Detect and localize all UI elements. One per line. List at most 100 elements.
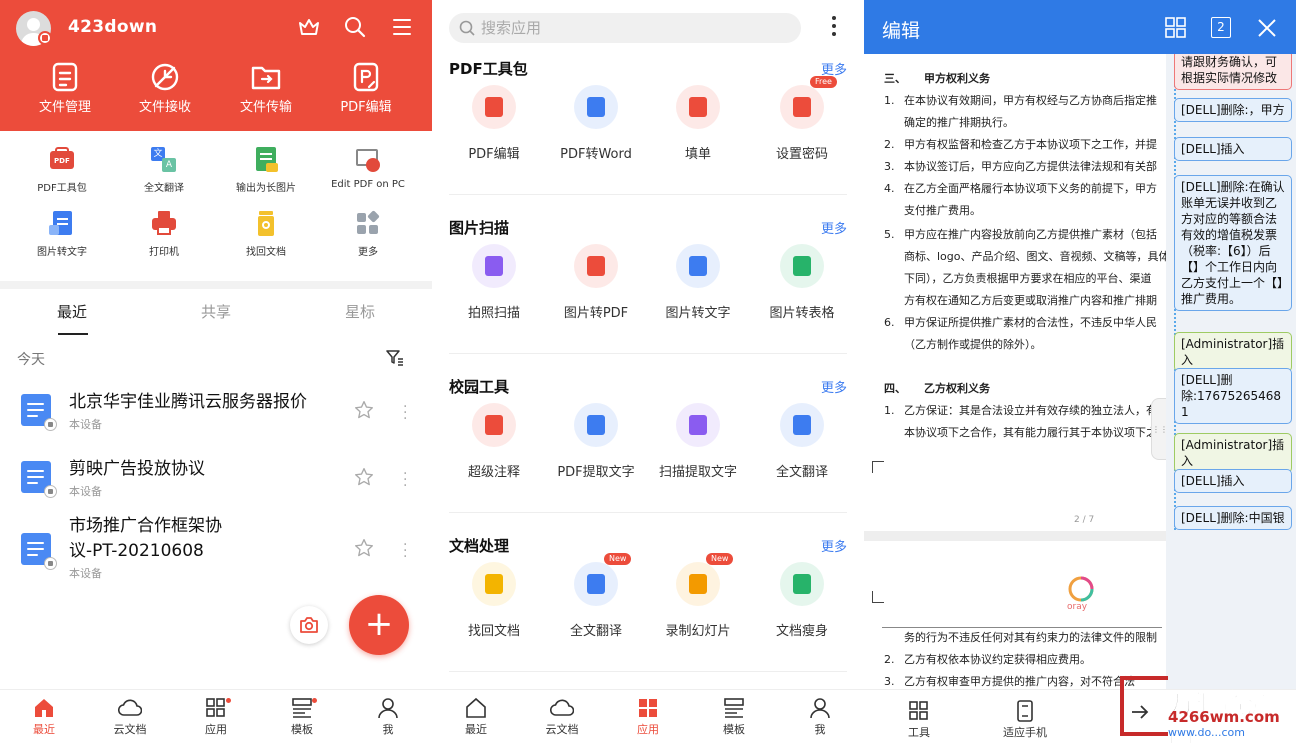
drag-handle[interactable]: ⋮⋮ [1151, 398, 1166, 460]
nav-me[interactable]: 我 [358, 697, 418, 737]
app-tile[interactable]: 拍照扫描 [442, 244, 546, 321]
app-tile[interactable]: 图片转文字 [646, 244, 750, 321]
page-count-icon[interactable]: 2 [1211, 17, 1231, 38]
tab-starred[interactable]: 星标 [320, 301, 400, 322]
app-icon [780, 403, 824, 447]
username[interactable]: 423down [68, 17, 157, 37]
crop-mark [872, 461, 884, 473]
star-icon[interactable] [354, 538, 374, 558]
app-tile[interactable]: 找回文档 [442, 562, 546, 639]
nav-label: 应用 [205, 723, 227, 736]
app-tile[interactable]: 图片转PDF [544, 244, 648, 321]
file-row[interactable]: 市场推广合作框架协议-PT-20210608 本设备 · · · [0, 513, 432, 583]
more-link[interactable]: 更多 [821, 377, 847, 396]
nav-me[interactable]: 我 [790, 697, 850, 737]
tab-recent[interactable]: 最近 [32, 301, 112, 322]
translate-button[interactable]: 文A 全文翻译 [110, 147, 218, 194]
app-tile[interactable]: New 全文翻译 [544, 553, 648, 639]
nav-apps[interactable]: 应用 [186, 697, 246, 737]
comment-card[interactable]: [DELL]插入 [1174, 137, 1292, 161]
edit-pdf-on-pc-button[interactable]: Edit PDF on PC [314, 147, 422, 190]
printer-button[interactable]: 打印机 [110, 211, 218, 258]
more-link[interactable]: 更多 [821, 536, 847, 555]
nav-templates[interactable]: 模板 [272, 697, 332, 737]
tools-button[interactable]: 工具 [889, 700, 949, 740]
long-image-button[interactable]: 输出为长图片 [212, 147, 320, 194]
nav-label: 应用 [637, 723, 659, 736]
document-page[interactable]: 三、 甲方权利义务 1. 在本协议有效期间，甲方有权经与乙方协商后指定推 确定的推广排期… [864, 54, 1166, 689]
doc-line-text: 商标、logo、产品介绍、图文、音视频、文稿等，具体 [904, 250, 1166, 263]
doc-line-number: 3. [884, 675, 895, 688]
comment-card[interactable]: 请跟财务确认，可根据实际情况修改 [1174, 54, 1292, 90]
grid-view-icon[interactable] [1165, 17, 1186, 38]
app-tile[interactable]: 文档瘦身 [750, 562, 854, 639]
editor-title: 编辑 [882, 20, 921, 42]
add-button[interactable]: + [349, 595, 409, 655]
crown-icon[interactable] [297, 15, 321, 39]
nav-label: 模板 [723, 723, 745, 736]
editor-header: 编辑 2 [864, 0, 1296, 54]
app-tile[interactable]: 超级注释 [442, 403, 546, 480]
file-row[interactable]: 北京华宇佳业腾讯云服务器报价 本设备 · · · [0, 380, 432, 446]
nav-templates[interactable]: 模板 [704, 697, 764, 737]
pdf-toolkit-button[interactable]: PDF PDF工具包 [8, 147, 116, 194]
file-receive-button[interactable]: 文件接收 [115, 62, 215, 115]
nav-recent[interactable]: 最近 [14, 697, 74, 737]
app-tile[interactable]: PDF转Word [544, 85, 648, 162]
tab-shared[interactable]: 共享 [176, 301, 256, 322]
badge: Free [810, 76, 837, 88]
section-title: 图片扫描 [449, 219, 510, 237]
more-link[interactable]: 更多 [821, 218, 847, 237]
recover-doc-button[interactable]: 找回文档 [212, 211, 320, 258]
more-icon[interactable]: · · · [403, 400, 407, 426]
star-icon[interactable] [354, 467, 374, 487]
filter-icon[interactable] [386, 349, 404, 367]
file-transfer-button[interactable]: 文件传输 [216, 62, 316, 115]
pdf-edit-button[interactable]: PDF编辑 [316, 62, 416, 115]
comment-card[interactable]: [DELL]删除:17675265468 1 [1174, 368, 1292, 424]
comment-card[interactable]: [DELL]删除:中国银 [1174, 506, 1292, 530]
search-input[interactable]: 搜索应用 [449, 13, 801, 43]
star-icon[interactable] [354, 400, 374, 420]
close-icon[interactable] [1257, 18, 1277, 38]
app-tile[interactable]: 全文翻译 [750, 403, 854, 480]
more-tools-button[interactable]: 更多 [314, 210, 422, 258]
overflow-menu-icon[interactable] [832, 16, 836, 40]
comment-card[interactable]: [DELL]删除:在确认账单无误并收到乙方对应的等额合法有效的增值税发票（税率:… [1174, 175, 1292, 311]
nav-apps[interactable]: 应用 [618, 697, 678, 737]
menu-icon[interactable] [390, 15, 414, 39]
file-manager-label: 文件管理 [38, 100, 91, 115]
app-tile[interactable]: PDF编辑 [442, 85, 546, 162]
nav-label: 最近 [465, 723, 487, 736]
doc-line-text: 甲方保证所提供推广素材的合法性，不违反中华人民 [904, 316, 1157, 329]
more-icon[interactable]: · · · [403, 538, 407, 564]
app-tile[interactable]: 图片转表格 [750, 244, 854, 321]
image-to-text-icon [49, 211, 75, 237]
nav-recent[interactable]: 最近 [446, 697, 506, 737]
image-to-text-button[interactable]: 图片转文字 [8, 211, 116, 258]
comment-card[interactable]: [Administrator]插入 [1174, 332, 1292, 372]
doc-line-number: 4. [884, 182, 895, 195]
file-manager-button[interactable]: 文件管理 [15, 62, 115, 115]
search-icon[interactable] [343, 15, 367, 39]
nav-cloud[interactable]: 云文档 [100, 697, 160, 737]
app-tile[interactable]: 填单 [646, 85, 750, 162]
comment-card[interactable]: [DELL]删除:，甲方 [1174, 98, 1292, 122]
file-row[interactable]: 剪映广告投放协议 本设备 · · · [0, 447, 432, 513]
app-tile[interactable]: PDF提取文字 [544, 403, 648, 480]
app-tile[interactable]: New 录制幻灯片 [646, 553, 750, 639]
camera-button[interactable] [290, 606, 328, 644]
comment-card[interactable]: [Administrator]插入 [1174, 433, 1292, 473]
fit-phone-button[interactable]: 适应手机 [995, 700, 1055, 740]
doc-line-number: 6. [884, 316, 895, 329]
bottom-nav: 最近 云文档 应用 模板 我 [0, 689, 432, 743]
watermark: 万汇资源网 4266wm.com www.do...com [1120, 666, 1296, 743]
notification-dot [312, 698, 317, 703]
file-receive-label: 文件接收 [138, 100, 191, 115]
comment-card[interactable]: [DELL]插入 [1174, 469, 1292, 493]
app-section: PDF工具包 更多 PDF编辑 PDF转Word 填单 Free 设置密码 [432, 58, 864, 216]
app-tile[interactable]: Free 设置密码 [750, 76, 854, 162]
more-icon[interactable]: · · · [403, 467, 407, 493]
nav-cloud[interactable]: 云文档 [532, 697, 592, 737]
app-tile[interactable]: 扫描提取文字 [646, 403, 750, 480]
